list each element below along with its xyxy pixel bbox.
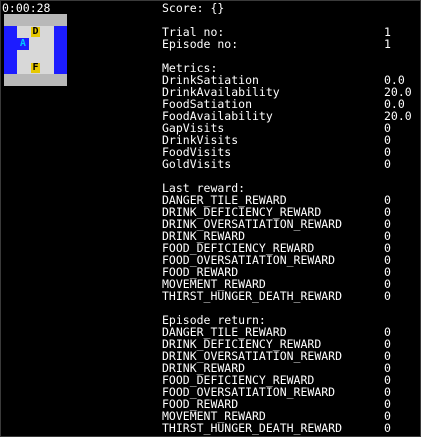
grid-cell-food: F bbox=[29, 62, 42, 74]
grid-cell-wall bbox=[41, 74, 55, 86]
metric-row-label: GoldVisits bbox=[162, 157, 232, 171]
info-row-value: 1 bbox=[384, 37, 391, 51]
grid-cell-agent: A bbox=[16, 38, 30, 50]
info-row-label: Episode no: bbox=[162, 37, 239, 51]
last-reward-row: THIRST_HUNGER_DEATH_REWARD 0 bbox=[162, 290, 420, 302]
episode-return-row: THIRST_HUNGER_DEATH_REWARD 0 bbox=[162, 422, 420, 434]
drink-glyph: D bbox=[31, 26, 40, 37]
grid-cell-floor bbox=[41, 26, 55, 38]
metric-row: GoldVisits 0 bbox=[162, 158, 420, 170]
stats-panel: Trial no: 1 Episode no: 1 Metrics: DrinkSat… bbox=[162, 26, 420, 434]
grid-cell-wall bbox=[29, 14, 42, 26]
grid-cell-floor bbox=[16, 50, 30, 62]
metric-row-value: 0 bbox=[384, 157, 391, 171]
grid-cell-floor bbox=[41, 62, 55, 74]
grid-cell-floor bbox=[16, 26, 30, 38]
food-glyph: F bbox=[31, 62, 40, 73]
grid-cell-water bbox=[54, 50, 67, 62]
grid-cell-wall bbox=[4, 14, 17, 26]
elapsed-timer: 0:00:28 bbox=[2, 1, 51, 15]
grid-cell-wall bbox=[54, 74, 67, 86]
trial-info: Trial no: 1 Episode no: 1 bbox=[162, 26, 420, 50]
grid-cell-floor bbox=[16, 62, 30, 74]
grid-cell-floor bbox=[29, 38, 42, 50]
grid-cell-water bbox=[4, 62, 17, 74]
grid-cell-wall bbox=[16, 74, 30, 86]
info-row: Episode no: 1 bbox=[162, 38, 420, 50]
metrics-list: DrinkSatiation 0.0 DrinkAvailability 20.0 Fo… bbox=[162, 74, 420, 170]
grid-cell-wall bbox=[41, 14, 55, 26]
grid-cell-floor bbox=[41, 50, 55, 62]
grid-cell-water bbox=[4, 38, 17, 50]
grid-cell-drink: D bbox=[29, 26, 42, 38]
score-label: Score: {} bbox=[162, 1, 225, 15]
grid-cell-water bbox=[4, 50, 17, 62]
grid-cell-water bbox=[54, 62, 67, 74]
grid-cell-wall bbox=[16, 14, 30, 26]
game-grid: DA F bbox=[4, 14, 67, 86]
grid-cell-wall bbox=[54, 14, 67, 26]
episode-return-list: DANGER_TILE_REWARD 0 DRINK_DEFICIENCY_REWA… bbox=[162, 326, 420, 434]
episode-return-row-label: THIRST_HUNGER_DEATH_REWARD bbox=[162, 421, 343, 435]
last-reward-row-label: THIRST_HUNGER_DEATH_REWARD bbox=[162, 289, 343, 303]
grid-cell-wall bbox=[4, 74, 17, 86]
grid-cell-water bbox=[54, 26, 67, 38]
episode-return-row-value: 0 bbox=[384, 421, 391, 435]
grid-cell-water bbox=[54, 38, 67, 50]
grid-cell-floor bbox=[29, 50, 42, 62]
grid-cell-floor bbox=[41, 38, 55, 50]
last-reward-row-value: 0 bbox=[384, 289, 391, 303]
grid-cell-wall bbox=[29, 74, 42, 86]
last-reward-list: DANGER_TILE_REWARD 0 DRINK_DEFICIENCY_REWA… bbox=[162, 194, 420, 302]
grid-cell-water bbox=[4, 26, 17, 38]
agent-glyph: A bbox=[19, 38, 26, 49]
